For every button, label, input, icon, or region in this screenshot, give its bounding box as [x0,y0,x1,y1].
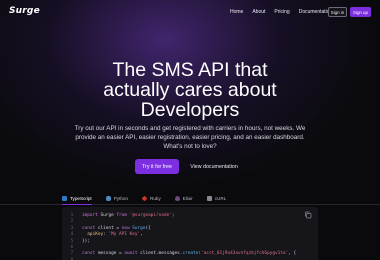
typescript-icon [62,195,67,201]
code-token: client.messages. [137,251,183,257]
code-token: await [124,251,138,257]
ruby-icon [141,195,148,201]
code-token: ; [171,213,175,218]
tab-label: Ruby [150,195,161,201]
hero-title-line: Developers [140,99,240,121]
code-token: Surge [97,213,117,218]
code-panel: 1 import Surge from '@surgeapi/node'; 2 … [62,207,318,260]
code-token: message = [95,251,125,257]
code-token: ('acct_01j9a43avnfqzbjfch6pygv1ta' [198,251,289,257]
tab-label: Elixir [182,195,193,201]
landing-page: Surge Home About Pricing Documentation S… [0,0,380,260]
logo[interactable]: Surge [9,6,40,16]
hero-subtitle: Try out our API in seconds and get regis… [74,125,306,150]
try-free-button[interactable]: Try it for free [135,159,179,174]
code-token: ({ [145,225,151,231]
main-nav: Home About Pricing Documentation [230,9,332,15]
code-token: 'My API Key' [108,232,141,238]
sign-in-button[interactable]: Sign in [328,7,347,17]
language-tabs: TypeScript Python Ruby Elixir cURL [0,193,380,205]
code-token: from [116,213,127,218]
curl-icon [206,195,212,201]
view-documentation-link[interactable]: View documentation [186,159,242,174]
code-token: , { [288,251,297,257]
code-token: , [140,232,143,238]
hero-title-line: actually cares about [103,79,277,101]
nav-about[interactable]: About [252,9,265,15]
code-token: create [182,251,199,257]
tab-ruby[interactable]: Ruby [141,193,161,203]
code-token: import [82,213,98,218]
hero-title-line: The SMS API that [112,59,268,81]
sign-up-button[interactable]: Sign up [350,7,371,17]
nav-pricing[interactable]: Pricing [274,9,289,15]
tab-label: Python [113,195,129,201]
code-line: 7 const message = await client.messages.… [62,251,318,257]
tab-python[interactable]: Python [105,193,129,203]
copy-icon[interactable] [304,211,312,219]
tab-typescript[interactable]: TypeScript [62,193,92,205]
elixir-icon [174,195,180,201]
python-icon [105,195,111,201]
tab-label: cURL [214,195,227,201]
code-token: '@surgeapi/node' [126,213,172,218]
code-token: }); [82,238,90,244]
site-header: Surge Home About Pricing Documentation S… [0,0,380,24]
nav-home[interactable]: Home [230,9,243,15]
tab-elixir[interactable]: Elixir [174,193,193,203]
tab-label: TypeScript [70,195,92,201]
hero-title: The SMS API that actually cares about De… [0,60,380,120]
tab-curl[interactable]: cURL [206,193,227,203]
code-token: const [82,251,96,257]
